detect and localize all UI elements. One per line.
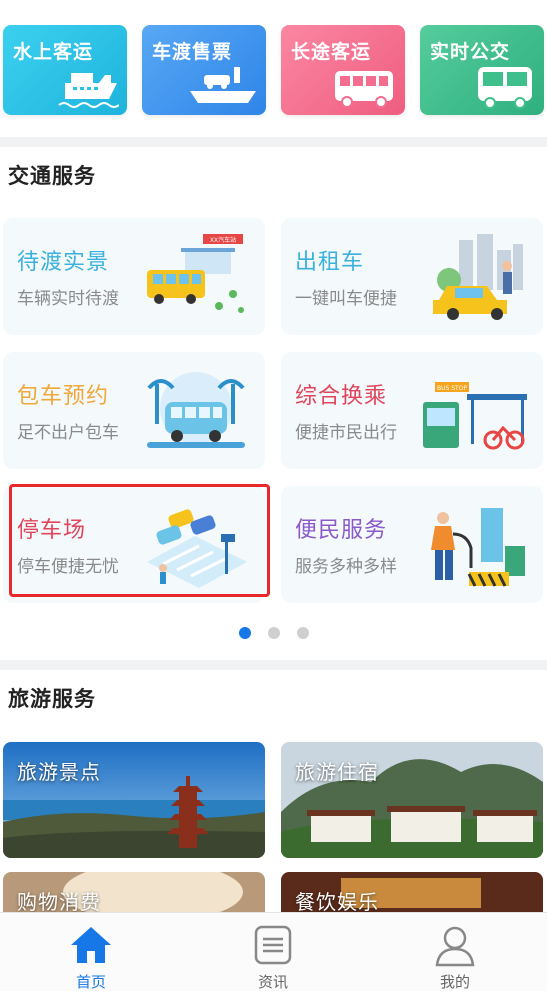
tourism-tile-attractions[interactable]: 旅游景点	[3, 742, 265, 858]
bottom-tab-bar: 首页 资讯 我的	[0, 912, 547, 991]
tourism-tile-label: 购物消费	[17, 890, 101, 914]
tab-label: 首页	[75, 973, 106, 991]
service-card-transfer[interactable]: 综合换乘 便捷市民出行 BUS STOP	[281, 352, 543, 469]
quick-tile-label: 水上客运	[13, 41, 94, 63]
quick-tile-label: 车渡售票	[152, 41, 233, 63]
tourism-tile-label: 旅游景点	[17, 760, 101, 784]
city-bus-icon	[478, 67, 532, 109]
quick-tile-car-ferry-ticket[interactable]: 车渡售票	[142, 25, 266, 115]
section-title-tourism: 旅游服务	[8, 687, 96, 711]
section-divider	[0, 660, 547, 670]
bus-station-illustration: XX汽车站	[147, 234, 244, 313]
card-subtitle: 便捷市民出行	[295, 423, 397, 443]
tab-label: 我的	[439, 973, 470, 991]
card-title: 待渡实景	[17, 250, 110, 275]
tab-home[interactable]: 首页	[0, 913, 182, 991]
card-subtitle: 一键叫车便捷	[295, 289, 397, 309]
quick-tile-label: 实时公交	[430, 41, 511, 63]
card-title: 便民服务	[295, 518, 388, 543]
home-icon	[71, 927, 111, 963]
bus-stop-illustration: BUS STOP	[423, 382, 527, 450]
tourism-tile-accommodation[interactable]: 旅游住宿	[281, 742, 543, 858]
service-card-taxi[interactable]: 出租车 一键叫车便捷	[281, 218, 543, 335]
tourism-tile-label: 餐饮娱乐	[295, 890, 379, 914]
tab-label: 资讯	[257, 973, 288, 991]
section-title-traffic: 交通服务	[8, 164, 96, 188]
gas-station-illustration	[431, 508, 525, 587]
card-title: 综合换乘	[295, 384, 388, 409]
tab-profile[interactable]: 我的	[364, 913, 546, 991]
quick-tile-realtime-bus[interactable]: 实时公交	[420, 25, 544, 115]
service-card-public-service[interactable]: 便民服务 服务多种多样	[281, 486, 543, 603]
tab-news[interactable]: 资讯	[182, 913, 364, 991]
card-title: 包车预约	[17, 384, 110, 409]
bus-stop-sign-text: BUS STOP	[437, 385, 467, 392]
service-card-charter[interactable]: 包车预约 足不出户包车	[3, 352, 265, 469]
ship-icon	[58, 73, 119, 108]
pager-dot-1[interactable]	[239, 627, 251, 639]
news-icon	[254, 925, 292, 965]
quick-tile-water-transport[interactable]: 水上客运	[3, 25, 127, 115]
station-sign-text: XX汽车站	[210, 236, 236, 244]
charter-van-illustration	[147, 372, 245, 448]
tourism-tile-label: 旅游住宿	[295, 760, 379, 784]
card-subtitle: 足不出户包车	[17, 423, 119, 443]
section-divider	[0, 137, 547, 147]
card-title: 出租车	[295, 250, 365, 275]
quick-tile-label: 长途客运	[291, 41, 372, 63]
card-subtitle: 服务多种多样	[295, 557, 397, 577]
pager-dot-2[interactable]	[268, 627, 280, 639]
ferry-icon	[190, 67, 256, 103]
quick-tile-long-distance-bus[interactable]: 长途客运	[281, 25, 405, 115]
taxi-illustration	[433, 234, 523, 320]
pager-dot-3[interactable]	[297, 627, 309, 639]
profile-icon	[435, 926, 475, 967]
coach-bus-icon	[335, 71, 393, 108]
selected-card-highlight	[9, 484, 270, 597]
service-card-ferry-waiting[interactable]: 待渡实景 车辆实时待渡 XX汽车站	[3, 218, 265, 335]
card-subtitle: 车辆实时待渡	[17, 289, 119, 309]
